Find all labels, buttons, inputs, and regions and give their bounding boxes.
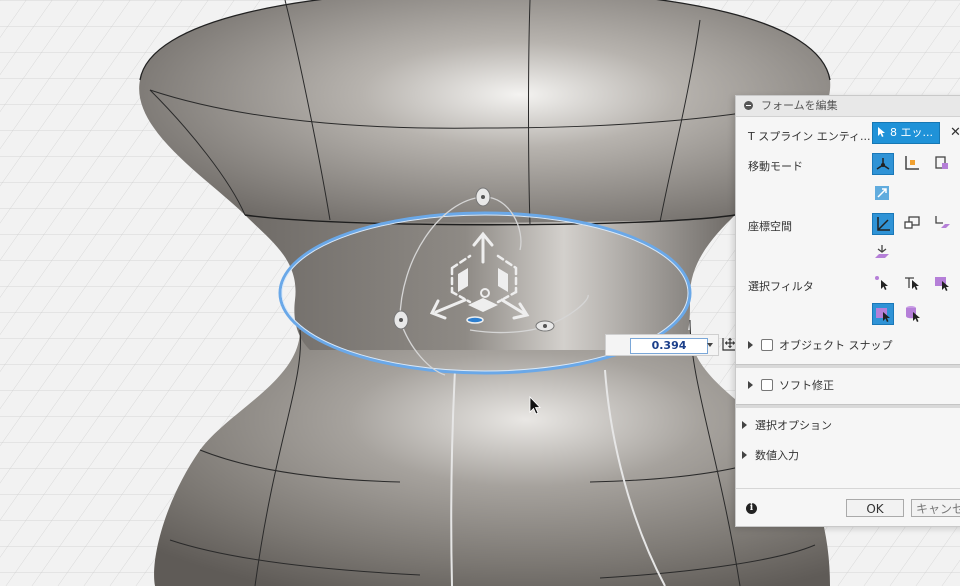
cursor-icon — [878, 127, 885, 137]
checkbox-icon[interactable] — [761, 379, 773, 391]
selection-button[interactable]: 8 エッ... — [872, 122, 940, 144]
selection-label: T スプライン エンティ... — [748, 130, 871, 143]
model-neck[interactable] — [245, 215, 735, 350]
cancel-button[interactable]: キャンセル — [911, 499, 960, 517]
panel-title: フォームを編集 — [761, 99, 838, 112]
section-divider — [736, 404, 960, 408]
footer-divider — [736, 488, 960, 489]
body-filter-icon[interactable] — [872, 303, 894, 325]
coord-space-label: 座標空間 — [748, 220, 792, 233]
info-icon[interactable]: i — [746, 503, 757, 514]
ok-button[interactable]: OK — [846, 499, 904, 517]
solid-filter-icon[interactable] — [902, 303, 924, 325]
free-move-icon[interactable] — [872, 153, 894, 175]
face-filter-icon[interactable] — [932, 273, 954, 295]
distance-value-input[interactable]: 0.394 — [630, 338, 708, 354]
triangle-right-icon[interactable] — [742, 451, 747, 459]
section-divider — [736, 364, 960, 368]
checkbox-icon[interactable] — [761, 339, 773, 351]
scale-icon[interactable] — [872, 183, 894, 205]
selection-options-label: 選択オプション — [755, 419, 832, 432]
soft-modify-row[interactable]: ソフト修正 — [748, 377, 834, 393]
view-space-icon[interactable] — [902, 213, 924, 235]
object-snap-label: オブジェクト スナップ — [779, 339, 893, 352]
distance-value-box[interactable]: 0.394 — [605, 334, 719, 356]
along-axis-icon[interactable] — [902, 153, 924, 175]
parallel-space-icon[interactable] — [872, 243, 894, 265]
panel-header[interactable]: フォームを編集 — [736, 96, 960, 117]
triangle-right-icon[interactable] — [742, 421, 747, 429]
object-snap-row[interactable]: オブジェクト スナップ — [748, 337, 893, 353]
selection-options-row[interactable]: 選択オプション — [742, 417, 832, 433]
world-space-icon[interactable] — [872, 213, 894, 235]
edge-filter-icon[interactable] — [902, 273, 924, 295]
vertex-filter-icon[interactable] — [872, 273, 894, 295]
dropdown-arrow-icon[interactable] — [707, 343, 713, 347]
close-icon[interactable]: ✕ — [950, 125, 960, 140]
selection-filter-label: 選択フィルタ — [748, 280, 814, 293]
edit-form-panel: フォームを編集 T スプライン エンティ... 8 エッ... ✕ 移動モード … — [735, 95, 960, 527]
plane-move-icon[interactable] — [932, 153, 954, 175]
triangle-right-icon[interactable] — [748, 341, 753, 349]
triangle-right-icon[interactable] — [748, 381, 753, 389]
numeric-input-label: 数値入力 — [755, 449, 799, 462]
rotate-handle-right[interactable] — [535, 320, 555, 332]
selection-count: 8 エッ... — [890, 126, 933, 139]
rotate-handle-top[interactable] — [475, 187, 491, 207]
local-space-icon[interactable] — [932, 213, 954, 235]
numeric-input-row[interactable]: 数値入力 — [742, 447, 799, 463]
soft-modify-label: ソフト修正 — [779, 379, 834, 392]
minimize-icon[interactable] — [744, 101, 753, 110]
rotate-handle-left[interactable] — [393, 310, 409, 330]
move-handle-icon[interactable] — [721, 336, 737, 352]
move-mode-label: 移動モード — [748, 160, 803, 173]
